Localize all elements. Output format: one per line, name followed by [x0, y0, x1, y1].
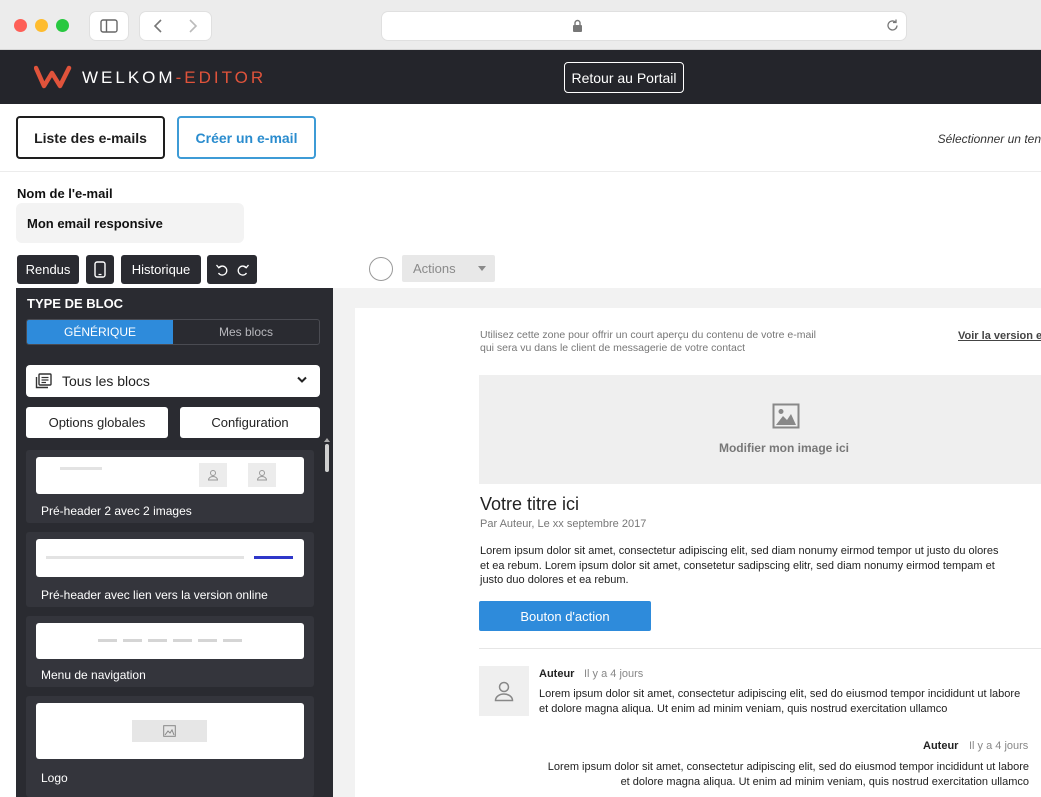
block-thumbnail — [36, 703, 304, 759]
actions-label: Actions — [413, 261, 456, 276]
welkom-logo-icon — [34, 65, 72, 89]
logo-placeholder — [132, 720, 207, 742]
history-nav — [140, 12, 211, 40]
chevron-down-icon — [297, 376, 307, 383]
browser-chrome — [0, 0, 1041, 50]
avatar — [479, 666, 529, 716]
user-icon — [494, 681, 514, 702]
rendus-button[interactable]: Rendus — [17, 255, 79, 284]
block-item[interactable]: Menu de navigation — [26, 616, 314, 687]
tab-generic[interactable]: GÉNÉRIQUE — [27, 320, 173, 344]
global-options-button[interactable]: Options globales — [26, 407, 168, 438]
history-button[interactable]: Historique — [121, 255, 201, 284]
sidebar-icon — [100, 19, 118, 33]
close-window-button[interactable] — [14, 19, 27, 32]
panel-scrollbar[interactable] — [325, 444, 329, 472]
brand-name: WELKOM-EDITOR — [82, 68, 267, 87]
block-category-select[interactable]: Tous les blocs — [26, 365, 320, 397]
back-to-portal-button[interactable]: Retour au Portail — [564, 62, 684, 93]
reload-icon[interactable] — [885, 18, 900, 33]
actions-dropdown[interactable]: Actions — [402, 255, 495, 282]
configuration-button[interactable]: Configuration — [180, 407, 320, 438]
block-thumbnail — [36, 623, 304, 659]
create-email-button[interactable]: Créer un e-mail — [177, 116, 316, 159]
block-label: Logo — [41, 771, 68, 785]
comment-time: Il y a 4 jours — [969, 740, 1029, 752]
block-category-value: Tous les blocs — [62, 373, 150, 389]
select-all-toggle[interactable] — [369, 257, 393, 281]
block-source-switch: GÉNÉRIQUE Mes blocs — [26, 319, 320, 345]
email-name-input[interactable] — [16, 203, 244, 243]
mobile-view-button[interactable] — [86, 255, 114, 284]
scroll-up-arrow[interactable] — [324, 438, 330, 442]
online-version-link[interactable]: Voir la version e — [958, 330, 1041, 342]
caret-down-icon — [478, 266, 486, 271]
placeholder-avatar — [199, 463, 227, 487]
address-bar[interactable] — [382, 12, 906, 40]
image-icon — [163, 725, 176, 737]
lock-icon — [573, 19, 582, 32]
section-divider — [479, 648, 1041, 649]
comment-body: Lorem ipsum dolor sit amet, consectetur … — [539, 688, 1021, 715]
block-label: Menu de navigation — [41, 668, 146, 682]
undo-redo-group — [207, 255, 257, 284]
comment-author: Auteur — [923, 740, 959, 752]
mode-tabs: Liste des e-mails Créer un e-mail Sélect… — [0, 104, 1041, 172]
preheader-text[interactable]: Utilisez cette zone pour offrir un court… — [480, 329, 860, 355]
comment-author: Auteur — [539, 668, 575, 680]
comment-time: Il y a 4 jours — [584, 668, 644, 680]
library-icon — [35, 373, 52, 389]
block-type-panel: TYPE DE BLOC GÉNÉRIQUE Mes blocs Tous le… — [16, 288, 333, 797]
app-header: WELKOM-EDITOR Retour au Portail — [0, 50, 1041, 104]
block-label: Pré-header avec lien vers la version onl… — [41, 588, 268, 602]
email-name-label: Nom de l'e-mail — [17, 186, 113, 201]
zoom-window-button[interactable] — [56, 19, 69, 32]
user-icon — [256, 470, 268, 481]
minimize-window-button[interactable] — [35, 19, 48, 32]
email-byline: Par Auteur, Le xx septembre 2017 — [480, 518, 647, 530]
sidebar-toggle-button[interactable] — [90, 12, 128, 40]
email-body-text[interactable]: Lorem ipsum dolor sit amet, consectetur … — [480, 544, 1010, 588]
tab-my-blocks[interactable]: Mes blocs — [173, 320, 319, 344]
undo-icon[interactable] — [215, 263, 229, 277]
image-placeholder-text: Modifier mon image ici — [718, 441, 850, 455]
email-title[interactable]: Votre titre ici — [480, 494, 579, 515]
comment-body: Lorem ipsum dolor sit amet, consectetur … — [547, 761, 1029, 788]
redo-icon[interactable] — [236, 263, 250, 277]
user-icon — [207, 470, 219, 481]
block-item[interactable]: Pré-header avec lien vers la version onl… — [26, 532, 314, 607]
block-item[interactable]: Logo — [26, 696, 314, 797]
block-item[interactable]: Pré-header 2 avec 2 images — [26, 450, 314, 523]
email-list-button[interactable]: Liste des e-mails — [16, 116, 165, 159]
panel-title: TYPE DE BLOC — [27, 296, 124, 311]
image-placeholder[interactable]: Modifier mon image ici — [479, 375, 1041, 484]
block-thumbnail — [36, 539, 304, 577]
action-button[interactable]: Bouton d'action — [479, 601, 651, 631]
smartphone-icon — [94, 261, 106, 278]
placeholder-avatar — [248, 463, 276, 487]
select-template-link[interactable]: Sélectionner un ten — [938, 132, 1041, 146]
image-icon — [772, 403, 800, 429]
back-icon[interactable] — [153, 19, 163, 33]
block-label: Pré-header 2 avec 2 images — [41, 504, 192, 518]
forward-icon[interactable] — [188, 19, 198, 33]
block-thumbnail — [36, 457, 304, 494]
